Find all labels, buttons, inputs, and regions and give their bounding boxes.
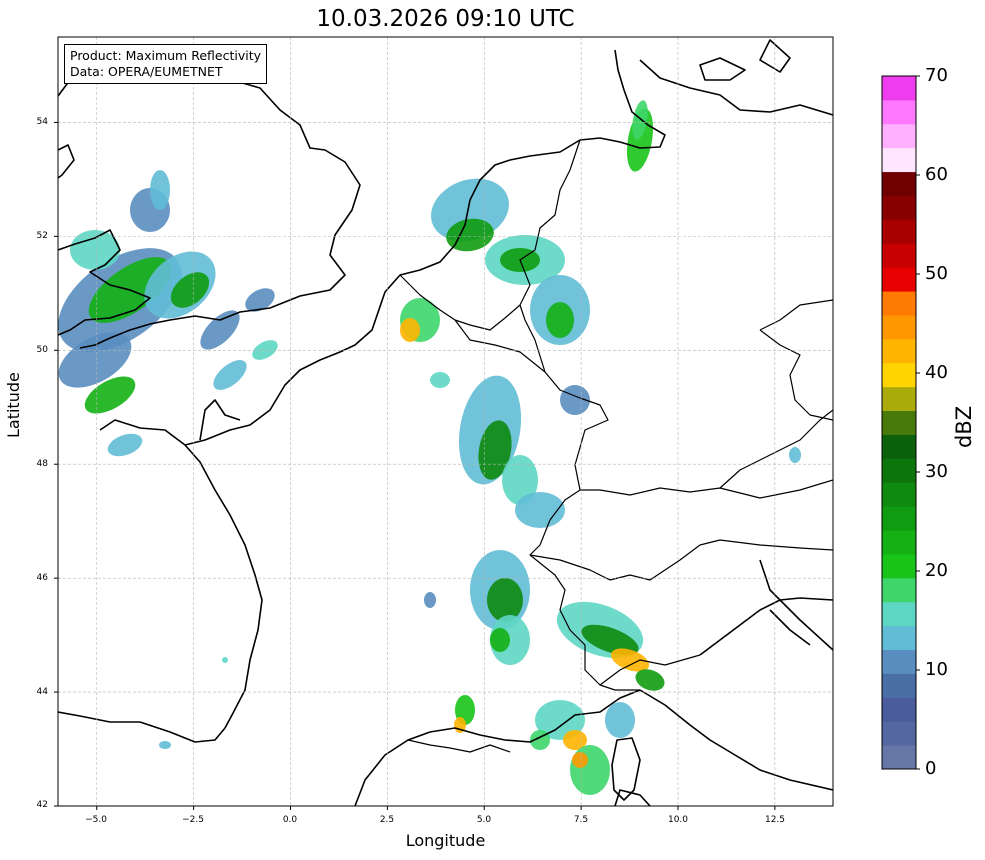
radar-echo — [107, 433, 143, 457]
colorbar-bin — [882, 195, 916, 220]
country-border — [759, 299, 833, 331]
country-border — [529, 519, 833, 581]
coastline — [639, 59, 833, 116]
precipitation-layer — [58, 100, 801, 795]
x-tick-label: 2.5 — [379, 815, 395, 825]
colorbar-tick-label: 70 — [925, 65, 948, 86]
coastline — [699, 597, 833, 656]
coastlines-borders — [58, 39, 833, 806]
colorbar-bin — [882, 434, 916, 459]
data-source-label: Data: OPERA/EUMETNET — [70, 64, 223, 79]
radar-echo — [570, 745, 610, 795]
colorbar-bin — [882, 482, 916, 507]
colorbar-bin — [882, 625, 916, 651]
y-tick-label: 50 — [36, 345, 48, 355]
radar-echo — [546, 302, 574, 338]
product-info-box: Product: Maximum Reflectivity Data: OPER… — [64, 44, 268, 84]
x-tick-label: −2.5 — [182, 815, 204, 825]
country-border — [580, 479, 833, 499]
colorbar-bin — [882, 314, 916, 340]
colorbar-bin — [882, 410, 916, 435]
radar-echo — [159, 741, 171, 749]
y-tick-label: 48 — [36, 459, 48, 469]
colorbar-tick-label: 60 — [925, 164, 948, 185]
radar-echo — [789, 447, 801, 463]
radar-echo — [200, 310, 240, 350]
colorbar-tick-label: 40 — [925, 362, 948, 383]
colorbar-bin — [882, 267, 916, 292]
coastline — [58, 711, 226, 743]
colorbar-bin — [882, 243, 916, 268]
y-tick-label: 44 — [36, 687, 48, 697]
x-tick-label: 7.5 — [573, 815, 589, 825]
coastline — [614, 789, 651, 806]
radar-echo — [605, 702, 635, 738]
coastline — [769, 609, 811, 646]
radar-echo — [487, 578, 523, 622]
radar-map — [54, 36, 920, 810]
colorbar-tick-label: 0 — [925, 758, 937, 779]
colorbar-bin — [882, 123, 916, 149]
y-tick-label: 46 — [36, 573, 48, 583]
colorbar-bin — [882, 649, 916, 674]
coastline — [639, 689, 833, 791]
colorbar-bin — [882, 673, 916, 698]
colorbar-tick-label: 30 — [925, 461, 948, 482]
y-tick-label: 54 — [36, 117, 48, 127]
colorbar-tick-label: 10 — [925, 659, 948, 680]
radar-echo — [430, 372, 450, 388]
radar-echo — [213, 360, 247, 390]
x-tick-label: 0.0 — [282, 815, 298, 825]
colorbar-bin — [882, 697, 916, 722]
colorbar-bin — [882, 530, 916, 555]
radar-echo — [400, 318, 420, 342]
colorbar-bin — [882, 147, 916, 173]
x-tick-label: 10.0 — [667, 815, 689, 825]
x-tick-label: 12.5 — [764, 815, 786, 825]
colorbar-bin — [882, 601, 916, 627]
colorbar-bin — [882, 458, 916, 483]
coastline — [354, 727, 456, 806]
map-frame — [57, 36, 834, 807]
colorbar-bin — [882, 76, 916, 101]
colorbar-label: dBZ — [952, 405, 976, 448]
colorbar-bin — [882, 338, 916, 364]
colorbar-bin — [882, 721, 916, 746]
x-tick-label: 5.0 — [476, 815, 492, 825]
y-tick-label: 52 — [36, 231, 48, 241]
coastline — [184, 274, 401, 446]
country-border — [407, 739, 511, 753]
coastline — [99, 419, 263, 729]
radar-echo — [424, 592, 436, 608]
radar-echo — [490, 628, 510, 652]
country-border — [719, 409, 833, 489]
colorbar-bin — [882, 386, 916, 412]
colorbar-tick-label: 20 — [925, 560, 948, 581]
x-tick-label: −5.0 — [85, 815, 107, 825]
y-axis-label: Latitude — [4, 372, 23, 438]
coastline — [58, 144, 75, 179]
colorbar-bin — [882, 99, 916, 125]
radar-echo — [222, 657, 228, 663]
colorbar-bin — [882, 745, 916, 770]
y-tick-label: 42 — [36, 800, 48, 810]
colorbar-bin — [882, 577, 916, 603]
colorbar-tick-label: 50 — [925, 263, 948, 284]
colorbar-bin — [882, 219, 916, 244]
colorbar — [881, 75, 920, 770]
product-label: Product: Maximum Reflectivity — [70, 48, 262, 63]
radar-echo — [572, 752, 588, 768]
colorbar-bin — [882, 362, 916, 388]
radar-echo — [150, 170, 170, 210]
x-axis-label: Longitude — [405, 831, 486, 850]
colorbar-bin — [882, 506, 916, 531]
gridlines — [58, 37, 833, 806]
colorbar-bin — [882, 171, 916, 196]
coastline — [699, 57, 746, 81]
colorbar-bin — [882, 291, 916, 316]
country-border — [759, 329, 833, 421]
colorbar-bin — [882, 553, 916, 579]
